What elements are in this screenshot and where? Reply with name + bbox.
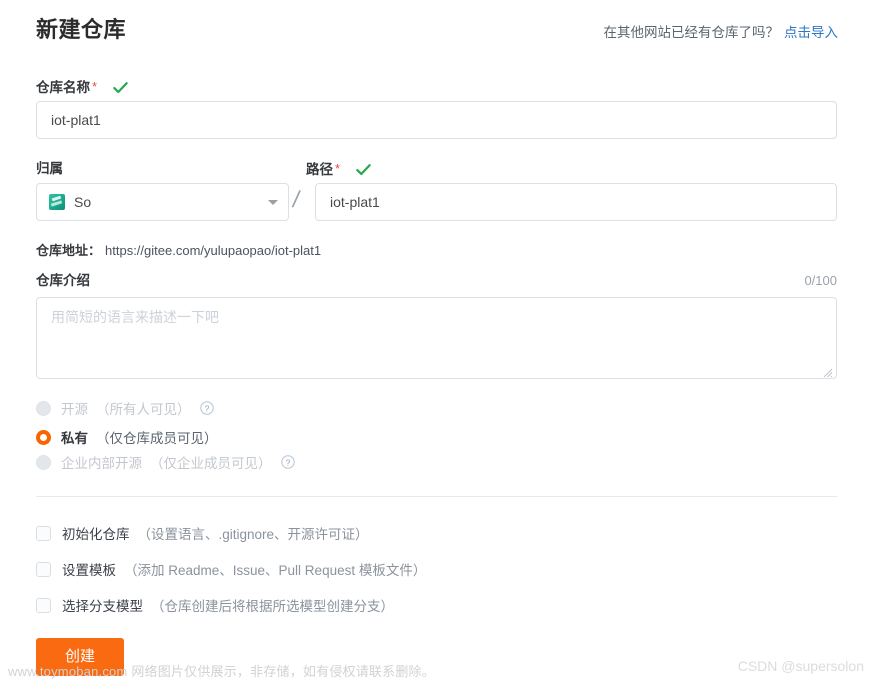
page-header: 新建仓库 在其他网站已经有仓库了吗？ 点击导入: [36, 14, 838, 50]
visibility-option-public-label: 开源: [61, 402, 88, 417]
option-branch-model[interactable]: 选择分支模型 （仓库创建后将根据所选模型创建分支）: [36, 595, 394, 615]
watermark-toymoban: www.toymoban.com 网络图片仅供展示，非存储，如有侵权请联系删除。: [8, 664, 435, 679]
visibility-option-public[interactable]: 开源 （所有人可见） ?: [36, 398, 214, 418]
owner-select[interactable]: So: [36, 183, 289, 221]
option-initialize-repo-desc: （设置语言、.gitignore、开源许可证）: [137, 527, 369, 542]
svg-text:?: ?: [204, 403, 209, 413]
visibility-option-private-desc: （仅仓库成员可见）: [96, 431, 218, 446]
option-set-template[interactable]: 设置模板 （添加 Readme、Issue、Pull Request 模板文件）: [36, 559, 426, 579]
path-separator: /: [290, 186, 302, 212]
visibility-option-private-label: 私有: [61, 431, 88, 446]
watermark-csdn: CSDN @supersolon: [737, 658, 864, 674]
path-label-text: 路径: [306, 162, 333, 177]
radio-icon-public[interactable]: [36, 400, 51, 416]
import-repository-link[interactable]: 点击导入: [784, 25, 838, 40]
repo-name-label-text: 仓库名称: [36, 80, 90, 95]
visibility-option-public-desc: （所有人可见）: [96, 402, 191, 417]
repo-name-input[interactable]: [36, 101, 837, 139]
repo-address-url: https://gitee.com/yulupaopao/iot-plat1: [105, 243, 322, 258]
user-avatar-icon: [49, 194, 65, 210]
option-initialize-repo-label: 初始化仓库: [62, 527, 130, 542]
path-required-mark: *: [335, 161, 341, 176]
svg-text:?: ?: [285, 457, 290, 467]
chevron-down-icon: [268, 199, 278, 205]
section-divider: [36, 496, 837, 497]
visibility-option-private[interactable]: 私有 （仅仓库成员可见）: [36, 427, 218, 447]
owner-selected-value: So: [74, 194, 92, 210]
repo-name-label: 仓库名称 *: [36, 78, 128, 99]
checkbox-branch-model[interactable]: [36, 597, 51, 613]
help-icon-enterprise[interactable]: ?: [280, 455, 295, 469]
option-branch-model-desc: （仓库创建后将根据所选模型创建分支）: [151, 599, 394, 614]
owner-label-text: 归属: [36, 161, 63, 176]
repo-address-label: 仓库地址：: [36, 243, 102, 258]
radio-icon-private[interactable]: [36, 429, 51, 445]
visibility-option-enterprise[interactable]: 企业内部开源 （仅企业成员可见） ?: [36, 452, 295, 472]
owner-label: 归属: [36, 160, 63, 178]
visibility-option-enterprise-label: 企业内部开源: [61, 456, 142, 471]
description-char-counter: 0/100: [804, 273, 837, 288]
path-label: 路径 *: [306, 160, 371, 181]
page-title: 新建仓库: [36, 17, 127, 42]
radio-icon-enterprise[interactable]: [36, 454, 51, 470]
option-set-template-desc: （添加 Readme、Issue、Pull Request 模板文件）: [124, 563, 427, 578]
import-prompt-wrap: 在其他网站已经有仓库了吗？ 点击导入: [604, 21, 839, 41]
checkbox-initialize-repo[interactable]: [36, 525, 51, 541]
description-label-text: 仓库介绍: [36, 273, 90, 288]
help-icon-public[interactable]: ?: [199, 401, 214, 415]
repo-name-valid-check-icon: [113, 81, 128, 99]
repo-address: 仓库地址： https://gitee.com/yulupaopao/iot-pl…: [36, 240, 321, 259]
repo-path-input[interactable]: [315, 183, 837, 221]
option-initialize-repo[interactable]: 初始化仓库 （设置语言、.gitignore、开源许可证）: [36, 523, 369, 543]
visibility-option-enterprise-desc: （仅企业成员可见）: [150, 456, 272, 471]
option-set-template-label: 设置模板: [62, 563, 116, 578]
repo-name-required-mark: *: [92, 79, 98, 94]
checkbox-set-template[interactable]: [36, 561, 51, 577]
new-repository-page: 新建仓库 在其他网站已经有仓库了吗？点击导入 仓库名称* 归属 So 路径* /…: [0, 0, 874, 684]
description-label: 仓库介绍: [36, 272, 90, 290]
import-prompt-text: 在其他网站已经有仓库了吗？: [603, 25, 780, 40]
description-textarea[interactable]: [36, 297, 837, 379]
path-valid-check-icon: [356, 163, 371, 181]
option-branch-model-label: 选择分支模型: [62, 599, 143, 614]
